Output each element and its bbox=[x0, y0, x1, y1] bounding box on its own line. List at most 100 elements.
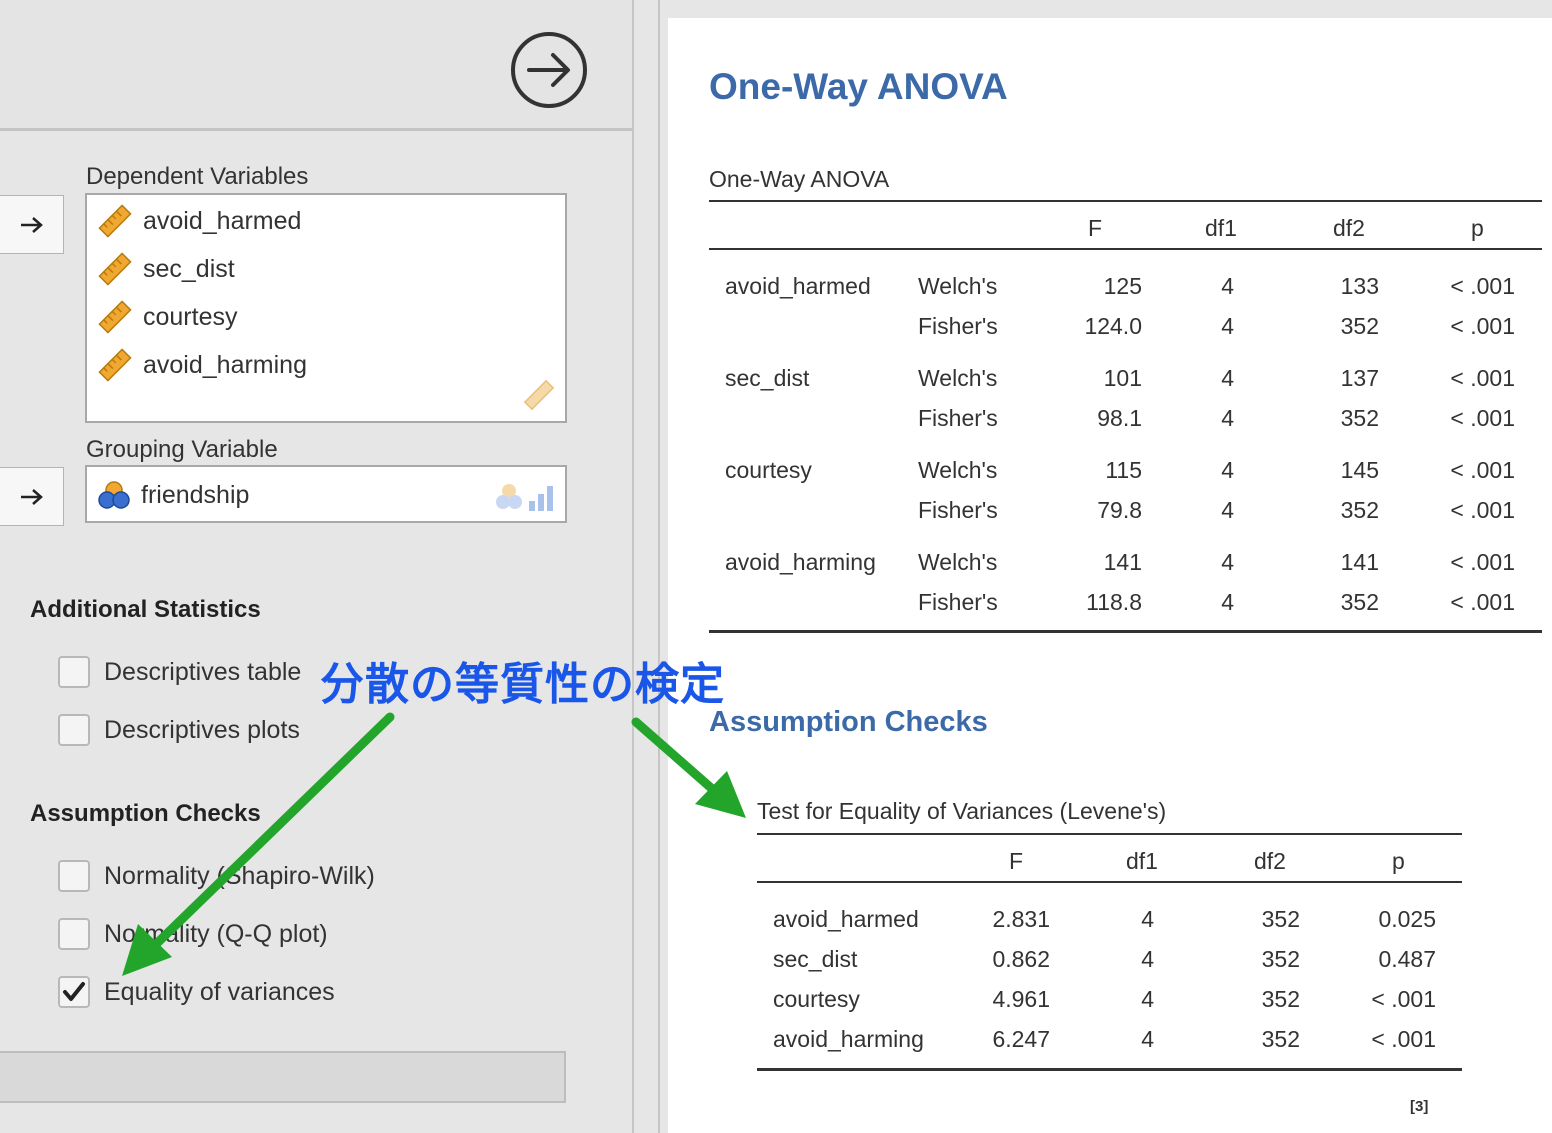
anova-cell-F: 101 bbox=[1103, 365, 1142, 391]
levene-cell-df1: 4 bbox=[1141, 906, 1154, 932]
anova-cell-df1: 4 bbox=[1221, 365, 1234, 391]
move-to-grouping-button[interactable] bbox=[0, 467, 64, 526]
levene-cell-F: 0.862 bbox=[992, 946, 1050, 972]
grouping-variable-item[interactable]: friendship bbox=[97, 477, 249, 513]
anova-cell-p: < .001 bbox=[1450, 365, 1515, 391]
anova-cell-test: Welch's bbox=[918, 273, 998, 299]
grouping-variable-box[interactable]: friendship bbox=[85, 465, 567, 523]
anova-cell-F: 79.8 bbox=[1097, 497, 1142, 523]
table-header-rule bbox=[709, 248, 1542, 250]
checkbox-label: Equality of variances bbox=[104, 977, 335, 1006]
anova-cell-F: 118.8 bbox=[1086, 589, 1142, 615]
levene-cell-var: courtesy bbox=[773, 986, 860, 1012]
results-heading: One-Way ANOVA bbox=[709, 66, 1008, 107]
anova-cell-p: < .001 bbox=[1450, 549, 1515, 575]
nominal-variable-icon bbox=[98, 481, 130, 509]
assumption-checks-title: Assumption Checks bbox=[30, 800, 261, 827]
levene-cell-p: < .001 bbox=[1371, 1026, 1436, 1052]
continuous-variable-icon bbox=[98, 252, 132, 286]
options-panel: Dependent Variables avoid_harmed sec_dist… bbox=[0, 0, 632, 1133]
checkbox-label: Normality (Q-Q plot) bbox=[104, 919, 328, 948]
table-header-rule bbox=[757, 881, 1462, 883]
checkbox-label: Normality (Shapiro-Wilk) bbox=[104, 861, 375, 890]
levene-cell-df2: 352 bbox=[1261, 986, 1300, 1012]
anova-header-df1: df1 bbox=[1205, 215, 1237, 241]
dependent-variables-list[interactable]: avoid_harmed sec_dist courtesy avoid_harmin… bbox=[85, 193, 567, 423]
anova-cell-test: Welch's bbox=[918, 365, 998, 391]
anova-cell-p: < .001 bbox=[1450, 457, 1515, 483]
anova-cell-var: sec_dist bbox=[725, 365, 810, 391]
anova-cell-F: 141 bbox=[1103, 549, 1142, 575]
anova-cell-df1: 4 bbox=[1221, 589, 1234, 615]
anova-cell-df1: 4 bbox=[1221, 549, 1234, 575]
normality-qq-checkbox[interactable]: Normality (Q-Q plot) bbox=[58, 918, 328, 950]
move-to-dependent-button[interactable] bbox=[0, 195, 64, 254]
anova-cell-F: 98.1 bbox=[1097, 405, 1142, 431]
dependent-variable-item[interactable]: sec_dist bbox=[97, 251, 235, 287]
results-panel: One-Way ANOVA One-Way ANOVA F df1 df2 p … bbox=[668, 18, 1552, 1133]
equality-of-variances-checkbox[interactable]: Equality of variances bbox=[58, 976, 335, 1008]
dependent-variable-name: avoid_harming bbox=[143, 350, 307, 379]
footnote-reference[interactable]: [3] bbox=[1410, 1098, 1428, 1115]
anova-cell-df2: 352 bbox=[1340, 405, 1379, 431]
descriptives-table-checkbox[interactable]: Descriptives table bbox=[58, 656, 301, 688]
dependent-variable-name: avoid_harmed bbox=[143, 206, 302, 235]
levene-cell-var: sec_dist bbox=[773, 946, 858, 972]
levene-header-df1: df1 bbox=[1126, 848, 1158, 874]
anova-header-df2: df2 bbox=[1333, 215, 1365, 241]
dependent-variable-name: courtesy bbox=[143, 302, 238, 331]
dependent-variable-item[interactable]: courtesy bbox=[97, 299, 237, 335]
anova-cell-df1: 4 bbox=[1221, 405, 1234, 431]
continuous-variable-icon bbox=[98, 300, 132, 334]
levene-cell-p: 0.025 bbox=[1378, 906, 1436, 932]
descriptives-plots-checkbox[interactable]: Descriptives plots bbox=[58, 714, 300, 746]
anova-cell-df1: 4 bbox=[1221, 497, 1234, 523]
levene-cell-df1: 4 bbox=[1141, 1026, 1154, 1052]
anova-cell-p: < .001 bbox=[1450, 273, 1515, 299]
anova-cell-df1: 4 bbox=[1221, 457, 1234, 483]
checkbox-box[interactable] bbox=[58, 714, 90, 746]
anova-cell-p: < .001 bbox=[1450, 313, 1515, 339]
anova-cell-df2: 137 bbox=[1340, 365, 1379, 391]
checkbox-label: Descriptives table bbox=[104, 657, 302, 686]
grouping-variable-label: Grouping Variable bbox=[86, 436, 278, 463]
checkbox-box[interactable] bbox=[58, 918, 90, 950]
levene-cell-df1: 4 bbox=[1141, 986, 1154, 1012]
normality-shapiro-checkbox[interactable]: Normality (Shapiro-Wilk) bbox=[58, 860, 375, 892]
anova-cell-df1: 4 bbox=[1221, 313, 1234, 339]
checkmark-icon bbox=[63, 982, 85, 1001]
table-bottom-rule bbox=[709, 630, 1542, 633]
table-bottom-rule bbox=[757, 1068, 1462, 1071]
table-top-rule bbox=[757, 833, 1462, 835]
levene-cell-F: 6.247 bbox=[992, 1026, 1050, 1052]
options-header bbox=[0, 0, 632, 131]
levene-header-df2: df2 bbox=[1254, 848, 1286, 874]
anova-cell-var: courtesy bbox=[725, 457, 812, 483]
annotation-label: 分散の等質性の検定 bbox=[320, 659, 725, 710]
levene-cell-F: 2.831 bbox=[992, 906, 1050, 932]
checkbox-box[interactable] bbox=[58, 860, 90, 892]
grouping-variable-name: friendship bbox=[141, 480, 250, 509]
run-arrow-icon[interactable] bbox=[509, 30, 589, 110]
anova-cell-p: < .001 bbox=[1450, 589, 1515, 615]
anova-table-title: One-Way ANOVA bbox=[709, 166, 890, 192]
checkbox-label: Descriptives plots bbox=[104, 715, 300, 744]
checkbox-box[interactable] bbox=[58, 656, 90, 688]
levene-cell-F: 4.961 bbox=[992, 986, 1050, 1012]
anova-cell-df2: 352 bbox=[1340, 497, 1379, 523]
continuous-type-icon bbox=[523, 379, 555, 411]
anova-cell-test: Fisher's bbox=[918, 497, 998, 523]
anova-cell-test: Fisher's bbox=[918, 405, 998, 431]
table-top-rule bbox=[709, 200, 1542, 202]
dependent-variable-item[interactable]: avoid_harmed bbox=[97, 203, 301, 239]
anova-cell-df1: 4 bbox=[1221, 273, 1234, 299]
collapsed-section-bar[interactable] bbox=[0, 1051, 566, 1103]
anova-cell-var: avoid_harmed bbox=[725, 273, 871, 299]
dependent-variable-item[interactable]: avoid_harming bbox=[97, 347, 307, 383]
checkbox-box[interactable] bbox=[58, 976, 90, 1008]
levene-cell-df2: 352 bbox=[1261, 1026, 1300, 1052]
levene-header-p: p bbox=[1392, 848, 1405, 874]
anova-cell-df2: 352 bbox=[1340, 313, 1379, 339]
right-arrow-icon bbox=[20, 216, 43, 233]
levene-header-F: F bbox=[1009, 848, 1024, 874]
